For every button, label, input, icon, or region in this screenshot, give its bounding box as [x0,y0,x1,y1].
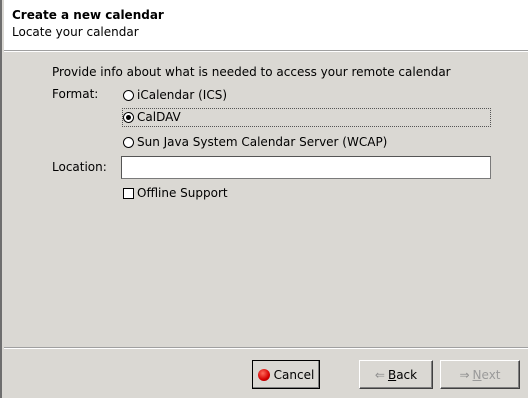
back-arrow-icon: ⇐ [374,367,385,382]
location-label: Location: [52,160,107,174]
back-label: Back [388,368,417,382]
checkbox-icon [123,187,134,199]
radio-icon [123,89,134,101]
format-option-icalendar[interactable]: iCalendar (ICS) [123,86,227,104]
new-calendar-wizard: Create a new calendar Locate your calend… [0,0,528,398]
back-mnemonic: B [387,367,397,382]
format-option-label: iCalendar (ICS) [137,88,228,102]
wizard-header: Create a new calendar Locate your calend… [4,0,528,51]
cancel-label: Cancel [273,367,315,382]
next-button[interactable]: ⇒ Next [440,360,520,389]
cancel-button[interactable]: Cancel [252,360,320,389]
format-option-wcap[interactable]: Sun Java System Calendar Server (WCAP) [123,133,387,151]
format-option-caldav[interactable]: CalDAV [123,108,181,126]
offline-support-checkbox[interactable]: Offline Support [123,184,228,202]
back-button[interactable]: ⇐ Back [359,360,433,389]
back-label-rest: ack [396,367,418,382]
radio-selected-icon [123,111,134,123]
cancel-stop-icon [257,368,270,381]
format-option-label: Sun Java System Calendar Server (WCAP) [137,135,388,149]
next-label: Next [473,368,501,382]
next-label-rest: ext [481,367,501,382]
next-mnemonic: N [472,367,482,382]
button-bar-divider-highlight [4,348,528,349]
wizard-title: Create a new calendar [12,8,164,22]
next-arrow-icon: ⇒ [459,367,470,382]
radio-icon [123,136,134,148]
format-option-label: CalDAV [137,110,181,124]
wizard-subtitle: Locate your calendar [12,25,139,39]
offline-support-label: Offline Support [137,186,228,200]
location-input[interactable] [121,156,491,179]
header-divider [4,51,528,52]
format-label: Format: [52,87,99,101]
instruction-text: Provide info about what is needed to acc… [52,65,451,79]
